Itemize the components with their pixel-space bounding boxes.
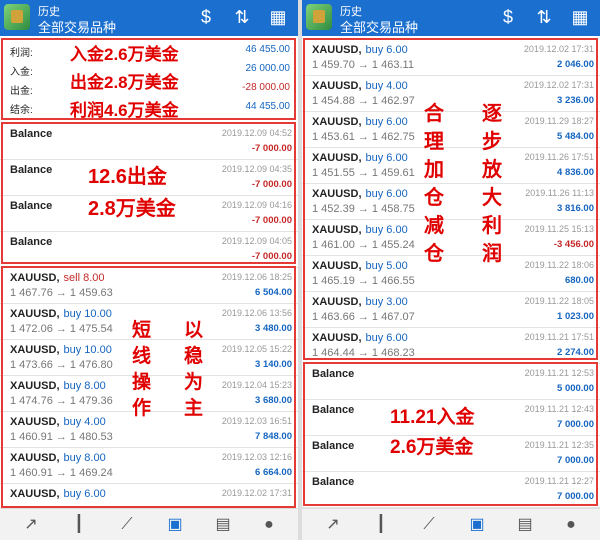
calendar-icon[interactable]: ▦ (266, 5, 290, 29)
sort-icon[interactable]: ⇅ (532, 5, 556, 29)
history-icon[interactable]: ▣ (464, 513, 490, 537)
calendar-icon[interactable]: ▦ (568, 5, 592, 29)
right-header: 历史 全部交易品种 $ ⇅ ▦ (302, 0, 600, 36)
news-icon[interactable]: ▤ (512, 513, 538, 537)
page: 历史 全部交易品种 $ ⇅ ▦ 利润: 46 455.00 入金: 26 000… (0, 0, 600, 540)
annotation: 短线操作 (132, 320, 152, 419)
candlestick-icon[interactable]: ┃ (368, 513, 394, 537)
candlestick-icon[interactable]: ┃ (66, 513, 92, 537)
currency-exchange-icon[interactable]: $ (194, 5, 218, 29)
chat-icon[interactable]: ● (256, 513, 282, 537)
app-logo-icon (306, 4, 332, 30)
header-title: 全部交易品种 (340, 20, 419, 35)
bottom-nav: ↗ ┃ ⟋ ▣ ▤ ● (302, 508, 600, 540)
annotation: 2.6万美金 (390, 437, 474, 458)
chat-icon[interactable]: ● (558, 513, 584, 537)
left-header: 历史 全部交易品种 $ ⇅ ▦ (0, 0, 298, 36)
currency-exchange-icon[interactable]: $ (496, 5, 520, 29)
annotation: 以稳为主 (184, 320, 204, 419)
trade-icon[interactable]: ↗ (18, 513, 44, 537)
left-panel: 历史 全部交易品种 $ ⇅ ▦ 利润: 46 455.00 入金: 26 000… (0, 0, 298, 540)
history-icon[interactable]: ▣ (162, 513, 188, 537)
highlight-frame (303, 38, 598, 360)
bottom-nav: ↗ ┃ ⟋ ▣ ▤ ● (0, 508, 298, 540)
annotation: 逐步放大利润 (482, 103, 502, 265)
annotation: 11.21入金 (390, 407, 475, 428)
annotation: 2.8万美金 (88, 198, 176, 220)
chart-icon[interactable]: ⟋ (114, 513, 140, 537)
chart-icon[interactable]: ⟋ (416, 513, 442, 537)
app-logo-icon (4, 4, 30, 30)
right-panel: 历史 全部交易品种 $ ⇅ ▦ XAUUSD, buy 6.00 1 459.70 … (302, 0, 600, 540)
annotation: 合理加仓减仓 (424, 103, 444, 265)
header-title: 全部交易品种 (38, 20, 117, 35)
highlight-frame (1, 38, 296, 120)
sort-icon[interactable]: ⇅ (230, 5, 254, 29)
annotation: 12.6出金 (88, 166, 167, 188)
news-icon[interactable]: ▤ (210, 513, 236, 537)
trade-icon[interactable]: ↗ (320, 513, 346, 537)
